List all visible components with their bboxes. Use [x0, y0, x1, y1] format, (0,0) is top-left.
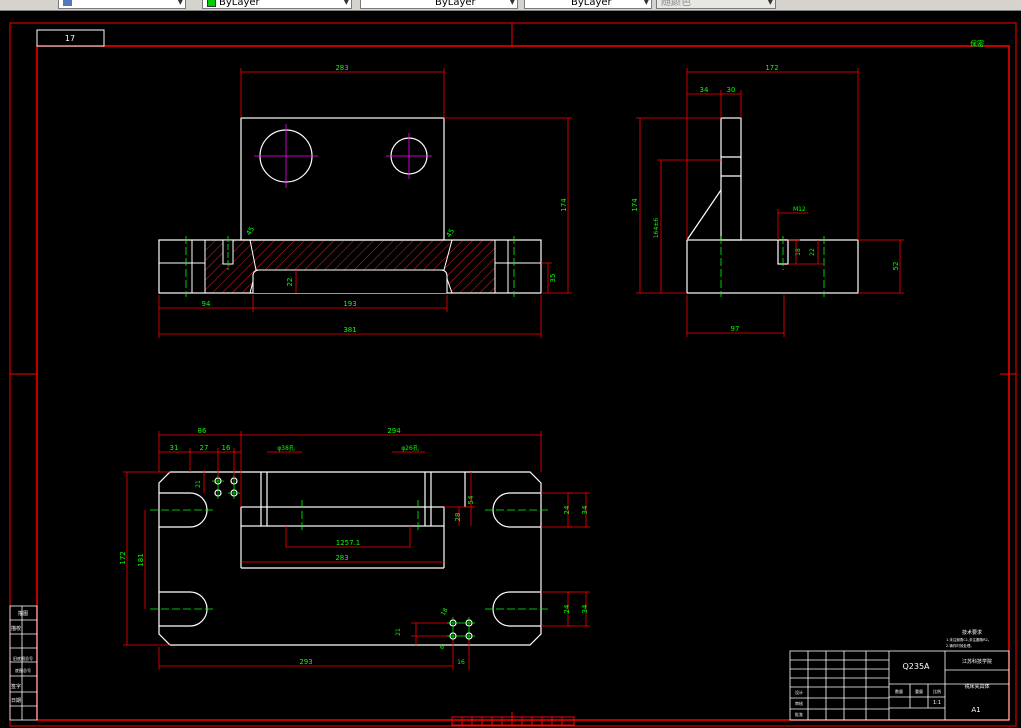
strip-row5: 签字: [11, 683, 21, 690]
plotstyle-combo-value: 随颜色: [661, 0, 691, 8]
chevron-down-icon: ▼: [343, 0, 349, 6]
dim-side-height-outer: 174: [631, 198, 639, 212]
side-view-dimensions: [636, 68, 904, 337]
front-view: [158, 117, 542, 297]
note-1: 1.未注倒角C1,未注圆角R2。: [946, 637, 991, 642]
dim-top-16: 16: [222, 444, 231, 452]
drawing-canvas[interactable]: 17 保密 283 94 193 381 174 35 22 45 45 172…: [0, 11, 1021, 728]
dim-front-step-height: 35: [549, 274, 557, 283]
upright-plate: [240, 117, 445, 241]
dim-front-overall-width: 381: [343, 326, 356, 334]
top-base-outline: [158, 471, 542, 646]
dim-top-31: 31: [170, 444, 179, 452]
inner-border: [36, 45, 1010, 721]
dim-side-upright-width: 30: [727, 86, 736, 94]
dim-side-overall-width: 172: [765, 64, 778, 72]
dim-top-294: 294: [387, 427, 401, 435]
chevron-down-icon: ▼: [509, 0, 515, 6]
chevron-down-icon: ▼: [177, 0, 183, 6]
strip-row2: 描校: [11, 625, 21, 632]
slot-relief: [252, 269, 448, 293]
lineweight-combo-value: ByLayer: [571, 0, 612, 8]
dim-top-172: 172: [119, 551, 127, 564]
linetype-combo-value: ByLayer: [435, 0, 476, 8]
dim-top-283: 283: [335, 554, 348, 562]
centering-marks: [10, 23, 1016, 726]
title-scale: 1:1: [933, 700, 941, 706]
dim-side-base-width: 97: [731, 325, 740, 333]
strip-row3: 旧底图总号: [13, 655, 33, 661]
front-view-dimensions: [158, 68, 572, 338]
layer-icon: [63, 0, 72, 6]
side-view: [686, 117, 859, 294]
side-upright: [720, 117, 742, 241]
title-ratio-label: 比例: [933, 688, 941, 694]
dim-side-height-inner: 164±6: [653, 218, 660, 238]
plotstyle-combo[interactable]: 随颜色 ▼: [656, 0, 776, 9]
color-combo-value: ByLayer: [219, 0, 260, 8]
title-sheet: A1: [971, 706, 980, 714]
dim-top-18-bottom: 18: [440, 607, 450, 617]
side-base: [686, 239, 859, 294]
dim-top-hole-right: φ26孔: [401, 444, 419, 452]
dim-top-86: 86: [198, 427, 207, 435]
layer-combo-value: [76, 0, 79, 8]
notes-title: 技术要求: [962, 629, 982, 636]
outer-border: [9, 22, 1017, 727]
side-rib: [686, 189, 722, 241]
chevron-down-icon: ▼: [767, 0, 773, 6]
note-2: 2.铸件时效处理。: [946, 643, 974, 648]
dim-top-hole-left: φ38孔: [277, 444, 295, 452]
strip-row6: 日期: [11, 698, 21, 704]
top-right-mark: 保密: [970, 39, 984, 48]
dim-top-27: 27: [200, 444, 209, 452]
dim-top-21-bottom: 21: [395, 628, 402, 636]
dim-side-thread: M12: [793, 206, 806, 213]
dim-top-21: 21: [195, 480, 202, 488]
sheet-tag: 17: [65, 34, 75, 43]
dim-top-24-bottom: 24: [563, 604, 571, 613]
title-school: 江苏科技学院: [962, 658, 992, 665]
bottom-ruler: [451, 716, 575, 726]
lineweight-combo[interactable]: ByLayer ▼: [524, 0, 652, 9]
layer-combo[interactable]: ▼: [58, 0, 186, 9]
dim-top-181: 181: [137, 553, 145, 566]
strip-row1: 描图: [18, 610, 28, 617]
dim-top-24-top: 24: [563, 505, 571, 514]
title-material: Q235A: [902, 662, 930, 671]
dim-side-hole-b: 22: [809, 248, 816, 256]
title-approved: 批准: [795, 711, 803, 717]
color-combo[interactable]: ByLayer ▼: [202, 0, 352, 9]
title-checked: 审核: [795, 700, 803, 706]
title-qty-label: 数量: [895, 688, 903, 694]
dim-side-base-height: 52: [892, 262, 900, 271]
dim-front-right-angle: 45: [445, 227, 456, 239]
top-upright: [240, 506, 445, 527]
dim-top-16-bottom: 16: [457, 659, 465, 666]
dim-top-1257: 1257.1: [336, 539, 361, 547]
properties-toolbar: ▼ ByLayer ▼ ByLayer ▼ ByLayer ▼ 随颜色 ▼: [0, 0, 1021, 11]
linetype-combo[interactable]: ByLayer ▼: [360, 0, 518, 9]
dim-front-height: 174: [560, 198, 568, 212]
dim-front-slot-depth: 22: [286, 278, 294, 287]
top-view: [158, 471, 542, 646]
dim-front-mid-width: 193: [343, 300, 356, 308]
top-view-dimensions: [123, 431, 590, 670]
dim-front-left-angle: 45: [245, 225, 256, 237]
strip-row4: 底图总号: [15, 667, 31, 673]
color-swatch-icon: [207, 0, 216, 7]
dim-front-top-width: 283: [335, 64, 348, 72]
chevron-down-icon: ▼: [643, 0, 649, 6]
dim-top-28: 28: [454, 513, 462, 522]
dim-side-hole-a: 18: [795, 248, 802, 256]
title-drawn: 设计: [795, 689, 803, 695]
dim-top-54: 54: [467, 495, 475, 504]
dim-top-34-top: 34: [581, 505, 589, 514]
dim-top-293: 293: [299, 658, 312, 666]
dim-front-left-width: 94: [202, 300, 211, 308]
title-weight-label: 重量: [915, 688, 923, 694]
dim-side-upright-offset: 34: [700, 86, 709, 94]
title-part-name: 铣床夹具体: [964, 683, 989, 690]
dim-top-34-bottom: 34: [581, 604, 589, 613]
